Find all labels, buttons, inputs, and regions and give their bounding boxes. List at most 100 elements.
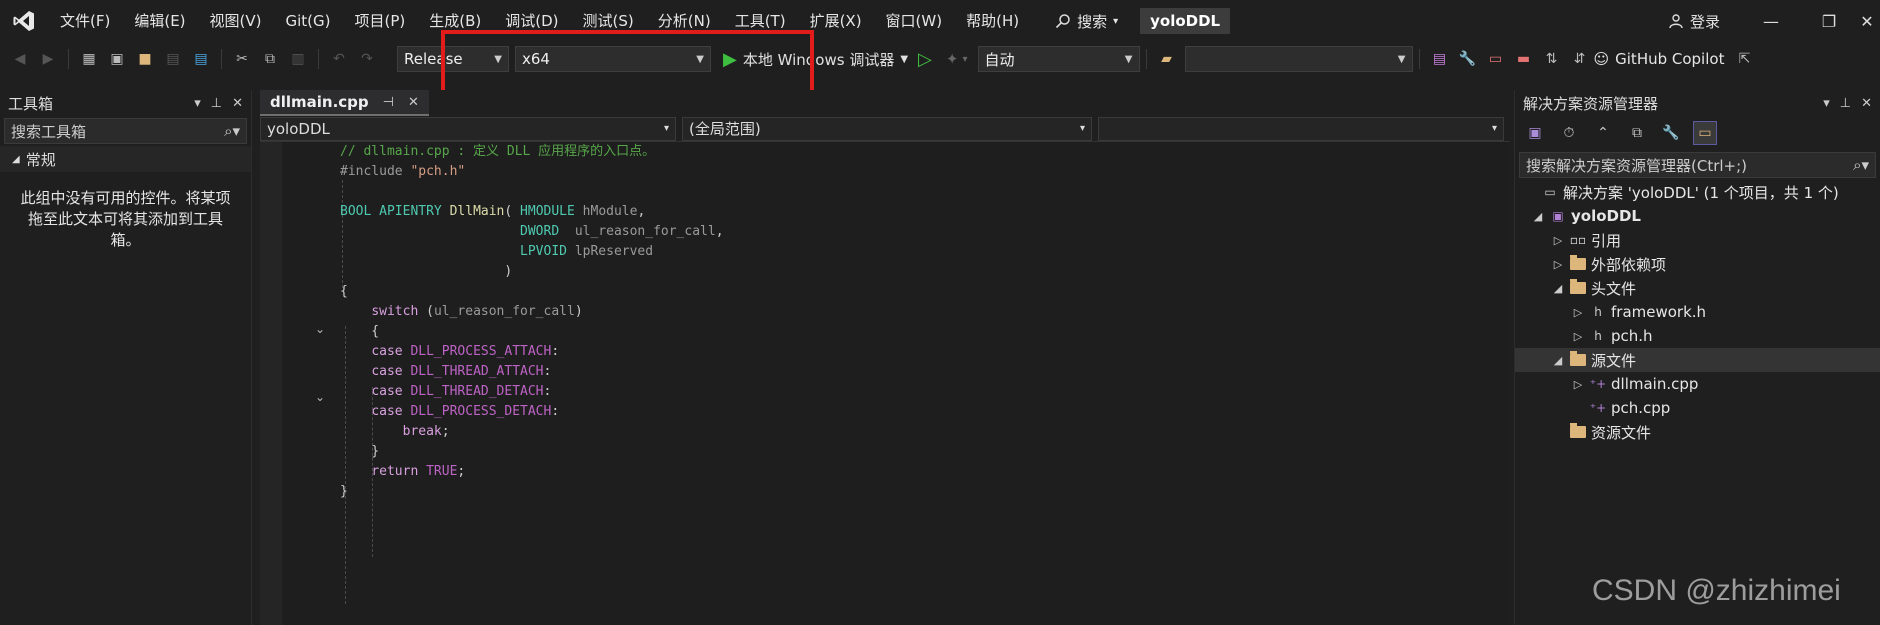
- save-icon[interactable]: ▤: [161, 47, 185, 71]
- tree-external-deps[interactable]: ▷ 外部依赖项: [1515, 252, 1880, 276]
- chevron-down-icon: ▼: [1124, 53, 1133, 65]
- chevron-down-icon[interactable]: ▾: [962, 54, 967, 65]
- expanded-triangle-icon[interactable]: ◢: [1551, 282, 1565, 295]
- tree-framework-h[interactable]: ▷ h framework.h: [1515, 300, 1880, 324]
- tree-dllmain-cpp[interactable]: ▷ ⁺+ dllmain.cpp: [1515, 372, 1880, 396]
- sort-icon[interactable]: ⇅: [1540, 47, 1564, 71]
- solution-explorer-title: 解决方案资源管理器: [1523, 94, 1659, 113]
- menu-bar: 文件(F) 编辑(E) 视图(V) Git(G) 项目(P) 生成(B) 调试(…: [0, 0, 1880, 42]
- user-icon: [1669, 14, 1683, 29]
- solution-icon: ▭: [1544, 185, 1556, 199]
- tree-headers[interactable]: ◢ 头文件: [1515, 276, 1880, 300]
- menu-help[interactable]: 帮助(H): [954, 0, 1031, 42]
- start-without-debugging-icon[interactable]: ▷: [918, 49, 932, 70]
- feedback-icon[interactable]: ▭: [1484, 47, 1508, 71]
- paste-icon[interactable]: ▥: [286, 47, 310, 71]
- collapsed-triangle-icon[interactable]: ▷: [1551, 234, 1565, 247]
- global-scope-select[interactable]: (全局范围) ▾: [681, 116, 1092, 141]
- collapse-all-icon[interactable]: ⌃: [1591, 121, 1615, 145]
- history-icon[interactable]: ⏱: [1557, 121, 1581, 145]
- arrange-icon[interactable]: ⇵: [1568, 47, 1592, 71]
- menu-window[interactable]: 窗口(W): [874, 0, 955, 42]
- pin-icon[interactable]: ⊥: [1840, 96, 1851, 111]
- toolbox-icon[interactable]: ▬: [1512, 47, 1536, 71]
- menu-project[interactable]: 项目(P): [343, 0, 418, 42]
- show-all-files-icon[interactable]: ⧉: [1625, 121, 1649, 145]
- hot-reload-icon[interactable]: ✦: [946, 50, 959, 68]
- menu-file[interactable]: 文件(F): [48, 0, 122, 42]
- collapsed-triangle-icon[interactable]: ▷: [1571, 330, 1585, 343]
- tree-pch-h[interactable]: ▷ h pch.h: [1515, 324, 1880, 348]
- project-scope-select[interactable]: yoloDDL ▾: [260, 116, 676, 141]
- back-icon[interactable]: ◀: [8, 47, 32, 71]
- copy-icon[interactable]: ⧉: [258, 47, 282, 71]
- auto-select[interactable]: 自动 ▼: [977, 46, 1140, 72]
- search-menu-label: 搜索: [1077, 12, 1108, 31]
- solution-name-badge[interactable]: yoloDDL: [1140, 8, 1231, 34]
- expanded-triangle-icon[interactable]: ◢: [1551, 354, 1565, 367]
- tree-project[interactable]: ◢ ▣ yoloDDL: [1515, 204, 1880, 228]
- share-icon[interactable]: ⇱: [1732, 47, 1756, 71]
- preview-icon[interactable]: ▭: [1693, 121, 1717, 145]
- close-icon[interactable]: ✕: [408, 95, 419, 110]
- find-combo[interactable]: ▼: [1184, 46, 1413, 72]
- tree-label: yoloDDL: [1571, 207, 1641, 225]
- restore-icon: ❐: [1821, 11, 1837, 31]
- toolbox-search-placeholder: 搜索工具箱: [11, 122, 87, 141]
- open-folder-icon[interactable]: ■: [133, 47, 157, 71]
- forward-icon[interactable]: ▶: [36, 47, 60, 71]
- restore-button[interactable]: ❐: [1806, 0, 1852, 42]
- find-in-files-icon[interactable]: ▰: [1155, 47, 1179, 71]
- pin-icon[interactable]: ⊣: [383, 95, 394, 110]
- github-copilot-button[interactable]: ☺ GitHub Copilot: [1594, 50, 1725, 68]
- switch-views-icon[interactable]: ▣: [1523, 121, 1547, 145]
- login-label: 登录: [1690, 12, 1721, 31]
- minimize-button[interactable]: —: [1748, 0, 1794, 42]
- toolbox-group-general[interactable]: ◢ 常规: [0, 146, 251, 172]
- search-menu[interactable]: 搜索 ▾: [1045, 0, 1128, 42]
- new-project-icon[interactable]: ▦: [77, 47, 101, 71]
- code-line: }: [340, 444, 380, 459]
- tree-pch-cpp[interactable]: ⁺+ pch.cpp: [1515, 396, 1880, 420]
- tree-resources[interactable]: 资源文件: [1515, 420, 1880, 444]
- properties-wrench-icon[interactable]: 🔧: [1659, 121, 1683, 145]
- menu-view[interactable]: 视图(V): [198, 0, 274, 42]
- close-icon[interactable]: ✕: [1861, 96, 1872, 111]
- pin-icon[interactable]: ⊥: [211, 96, 222, 111]
- expanded-triangle-icon[interactable]: ◢: [1531, 210, 1545, 223]
- chevron-down-icon[interactable]: ▾: [1823, 96, 1830, 111]
- code-line: }: [340, 484, 348, 499]
- tab-dllmain[interactable]: dllmain.cpp ⊣ ✕: [260, 90, 429, 116]
- tree-label: 资源文件: [1591, 423, 1652, 442]
- close-icon[interactable]: ✕: [232, 96, 243, 111]
- tree-references[interactable]: ▷ ▫▫ 引用: [1515, 228, 1880, 252]
- menu-edit[interactable]: 编辑(E): [122, 0, 197, 42]
- cut-icon[interactable]: ✂: [230, 47, 254, 71]
- chevron-down-icon[interactable]: ▾: [194, 96, 201, 111]
- tree-label: pch.h: [1611, 327, 1653, 345]
- member-select[interactable]: ▾: [1097, 116, 1504, 141]
- solution-search-input[interactable]: 搜索解决方案资源管理器(Ctrl+;) ⌕▾: [1519, 152, 1876, 178]
- collapsed-triangle-icon[interactable]: ▷: [1571, 378, 1585, 391]
- collapsed-triangle-icon[interactable]: ▷: [1551, 258, 1565, 271]
- chevron-down-icon: ▾: [1113, 15, 1119, 27]
- redo-icon[interactable]: ↷: [355, 47, 379, 71]
- chevron-down-icon[interactable]: ▼: [900, 54, 908, 65]
- undo-icon[interactable]: ↶: [327, 47, 351, 71]
- menu-git[interactable]: Git(G): [274, 0, 343, 42]
- visual-studio-logo-icon[interactable]: [0, 0, 48, 42]
- toolbox-search-input[interactable]: 搜索工具箱 ⌕▾: [4, 118, 247, 144]
- collapse-chevron-icon[interactable]: ⌄: [315, 390, 325, 404]
- login-button[interactable]: 登录: [1668, 0, 1720, 42]
- collapse-chevron-icon[interactable]: ⌄: [315, 322, 325, 336]
- tree-sources[interactable]: ◢ 源文件: [1515, 348, 1880, 372]
- close-window-button[interactable]: ✕: [1854, 0, 1880, 42]
- code-line: BOOL APIENTRY DllMain( HMODULE hModule,: [340, 204, 646, 219]
- tree-solution[interactable]: ▭ 解决方案 'yoloDDL' (1 个项目，共 1 个): [1515, 180, 1880, 204]
- wrench-icon[interactable]: 🔧: [1456, 47, 1480, 71]
- save-all-icon[interactable]: ▤: [189, 47, 213, 71]
- new-item-icon[interactable]: ▣: [105, 47, 129, 71]
- code-area[interactable]: ⌄ ⌄ // dllmain.cpp : 定义 DLL 应用程序的入口点。 #i…: [260, 142, 1510, 625]
- collapsed-triangle-icon[interactable]: ▷: [1571, 306, 1585, 319]
- layout-icon[interactable]: ▤: [1428, 47, 1452, 71]
